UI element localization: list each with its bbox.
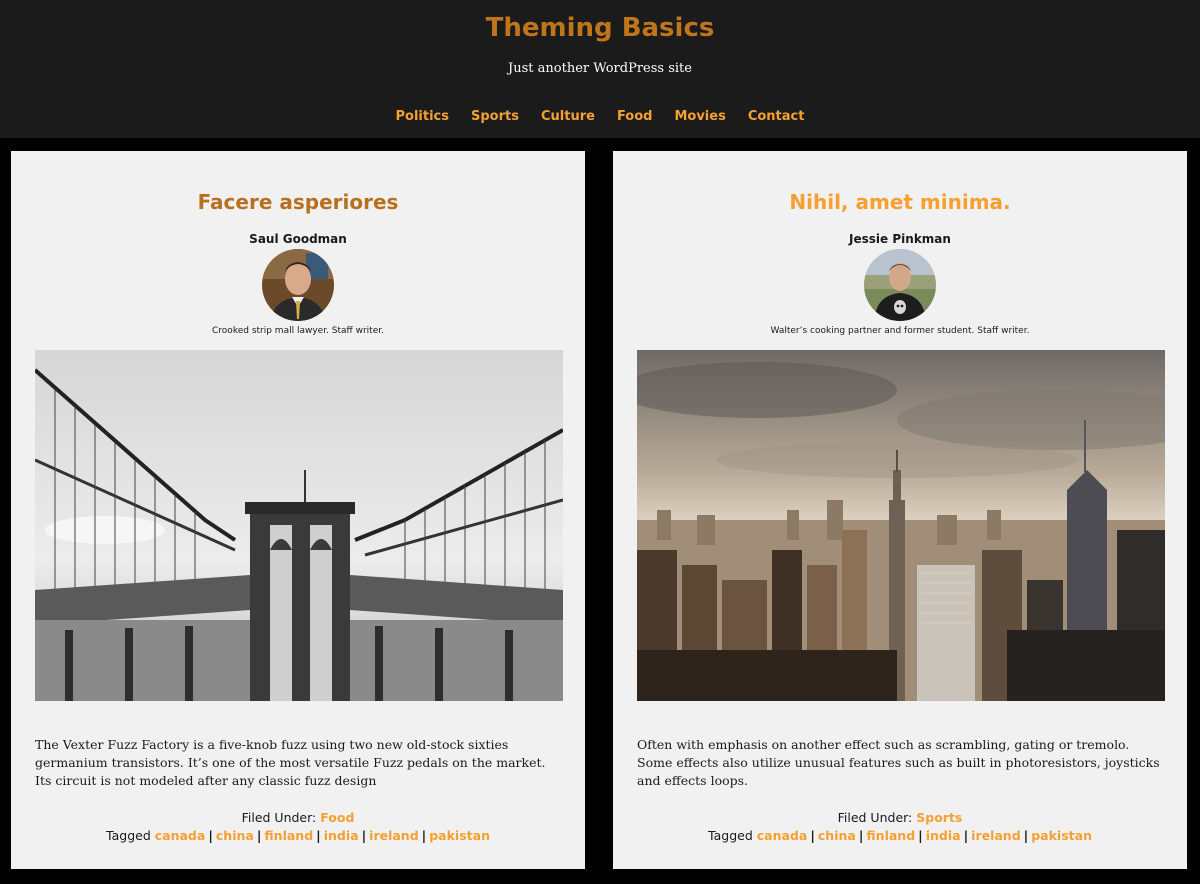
tag-link-pakistan[interactable]: pakistan bbox=[1031, 828, 1092, 843]
post-category-line: Filed Under: Food bbox=[11, 809, 585, 827]
tag-separator: | bbox=[810, 828, 815, 843]
city-photo bbox=[637, 350, 1165, 701]
tag-separator: | bbox=[421, 828, 427, 843]
filed-under-label: Filed Under: bbox=[241, 810, 317, 825]
tag-link-india[interactable]: india bbox=[324, 828, 359, 843]
tag-separator: | bbox=[963, 828, 969, 843]
nav-item-movies[interactable]: Movies bbox=[674, 108, 725, 126]
tag-separator: | bbox=[858, 828, 864, 843]
tag-link-pakistan[interactable]: pakistan bbox=[429, 828, 490, 843]
post-tags-line: Tagged canada | china | finland | india | irelan… bbox=[11, 827, 585, 845]
site-title[interactable]: Theming Basics bbox=[0, 10, 1200, 46]
post-image[interactable] bbox=[637, 350, 1165, 701]
bridge-photo bbox=[35, 350, 563, 701]
tagged-label: Tagged bbox=[708, 828, 753, 843]
author-bio: Crooked strip mall lawyer. Staff writer. bbox=[212, 326, 384, 336]
author-bio: Walter’s cooking partner and former stud… bbox=[770, 326, 1030, 336]
tag-link-ireland[interactable]: ireland bbox=[971, 828, 1021, 843]
tag-link-india[interactable]: india bbox=[926, 828, 961, 843]
nav-item-sports[interactable]: Sports bbox=[471, 108, 519, 126]
tag-separator: | bbox=[918, 828, 923, 843]
avatar-image bbox=[864, 249, 936, 321]
post-image[interactable] bbox=[35, 350, 563, 701]
post-card: Facere asperiores Saul Goodman Crooked s… bbox=[11, 151, 585, 869]
category-link[interactable]: Food bbox=[320, 810, 354, 825]
author-name: Jessie Pinkman bbox=[849, 232, 951, 246]
post-tags-line: Tagged canada | china | finland | india | irelan… bbox=[613, 827, 1187, 845]
category-link[interactable]: Sports bbox=[916, 810, 962, 825]
avatar-image bbox=[262, 249, 334, 321]
tag-separator: | bbox=[208, 828, 213, 843]
tag-separator: | bbox=[256, 828, 262, 843]
tag-link-canada[interactable]: canada bbox=[155, 828, 206, 843]
post-excerpt: Often with emphasis on another effect su… bbox=[637, 737, 1160, 788]
post-excerpt: The Vexter Fuzz Factory is a five-knob f… bbox=[35, 737, 546, 788]
main-nav: Politics Sports Culture Food Movies Cont… bbox=[0, 108, 1200, 126]
site-header: Theming Basics Just another WordPress si… bbox=[0, 0, 1200, 138]
nav-item-culture[interactable]: Culture bbox=[541, 108, 595, 126]
tag-link-china[interactable]: china bbox=[818, 828, 856, 843]
post-title[interactable]: Facere asperiores bbox=[11, 187, 585, 217]
tag-separator: | bbox=[361, 828, 367, 843]
site-tagline: Just another WordPress site bbox=[508, 61, 692, 76]
tag-link-finland[interactable]: finland bbox=[866, 828, 915, 843]
tag-separator: | bbox=[316, 828, 321, 843]
nav-item-contact[interactable]: Contact bbox=[748, 108, 805, 126]
post-card: Nihil, amet minima. Jessie Pinkman Walte… bbox=[613, 151, 1187, 869]
author-avatar bbox=[864, 249, 936, 321]
tag-link-china[interactable]: china bbox=[216, 828, 254, 843]
author-avatar bbox=[262, 249, 334, 321]
tag-separator: | bbox=[1023, 828, 1029, 843]
nav-item-politics[interactable]: Politics bbox=[396, 108, 450, 126]
nav-item-food[interactable]: Food bbox=[617, 108, 653, 126]
post-category-line: Filed Under: Sports bbox=[613, 809, 1187, 827]
author-name: Saul Goodman bbox=[249, 232, 347, 246]
tag-link-canada[interactable]: canada bbox=[757, 828, 808, 843]
tagged-label: Tagged bbox=[106, 828, 151, 843]
post-title[interactable]: Nihil, amet minima. bbox=[613, 187, 1187, 217]
tag-link-ireland[interactable]: ireland bbox=[369, 828, 419, 843]
filed-under-label: Filed Under: bbox=[837, 810, 913, 825]
tag-link-finland[interactable]: finland bbox=[264, 828, 313, 843]
